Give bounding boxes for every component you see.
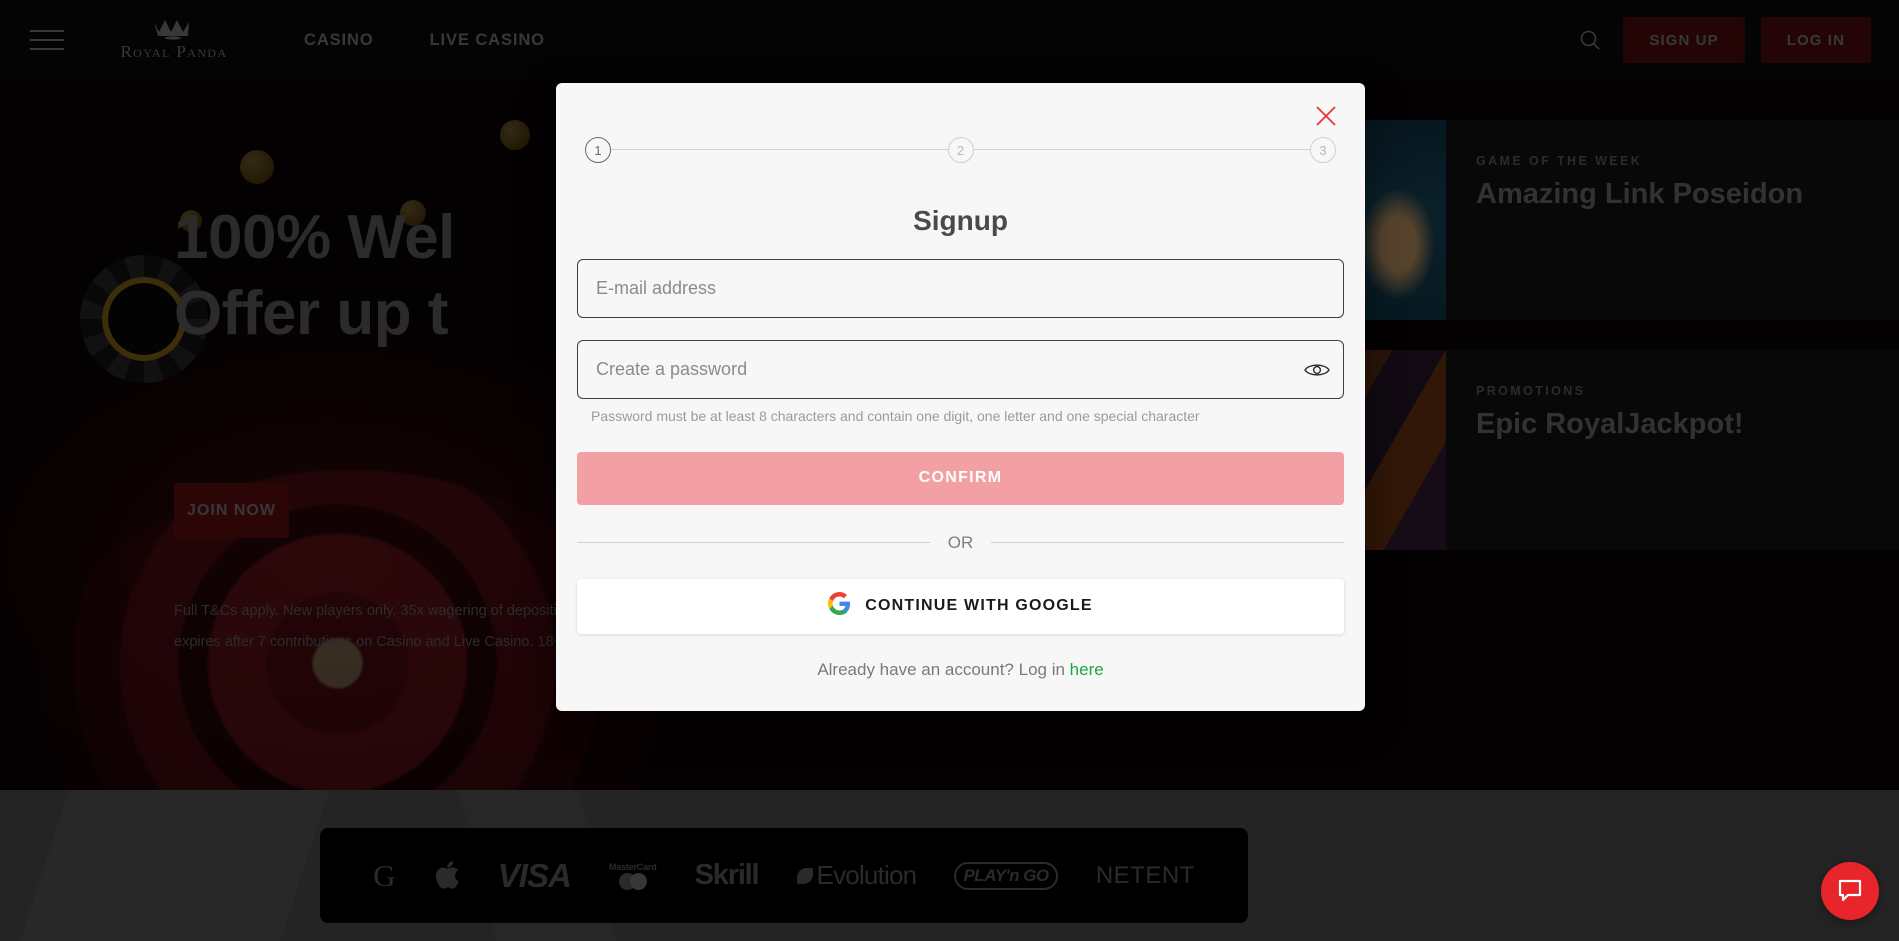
stepper-step-1[interactable]: 1 — [585, 137, 611, 163]
page-title: Signup — [913, 205, 1008, 236]
stepper-step-2[interactable]: 2 — [947, 137, 974, 163]
continue-with-google-button[interactable]: CONTINUE WITH GOOGLE — [577, 578, 1344, 634]
login-here-link[interactable]: here — [1070, 660, 1104, 679]
divider-line-right — [991, 542, 1344, 544]
google-g-icon — [828, 592, 851, 620]
eye-icon[interactable] — [1291, 341, 1343, 398]
chat-bubble-icon[interactable] — [1821, 862, 1879, 920]
signup-modal: 1 2 3 Signup Password must be at least 8… — [556, 83, 1365, 711]
login-prompt: Already have an account? Log in here — [577, 660, 1344, 680]
login-prompt-text: Already have an account? Log in — [817, 659, 1070, 679]
password-hint: Password must be at least 8 characters a… — [591, 408, 1200, 424]
email-field[interactable] — [577, 259, 1344, 318]
email-input[interactable] — [578, 260, 1343, 317]
password-input[interactable] — [578, 341, 1291, 398]
divider-label: OR — [947, 532, 974, 552]
google-button-label: CONTINUE WITH GOOGLE — [865, 597, 1093, 615]
password-field[interactable] — [577, 340, 1344, 399]
stepper-step-3[interactable]: 3 — [1310, 137, 1336, 163]
page-root: 100% Wel Offer up t JOIN NOW Full T&Cs a… — [0, 0, 1899, 941]
signup-stepper: 1 2 3 — [585, 137, 1336, 163]
close-icon[interactable] — [1309, 99, 1343, 133]
confirm-button[interactable]: CONFIRM — [577, 451, 1344, 505]
divider-line-left — [577, 542, 930, 544]
divider-or: OR — [577, 533, 1344, 553]
